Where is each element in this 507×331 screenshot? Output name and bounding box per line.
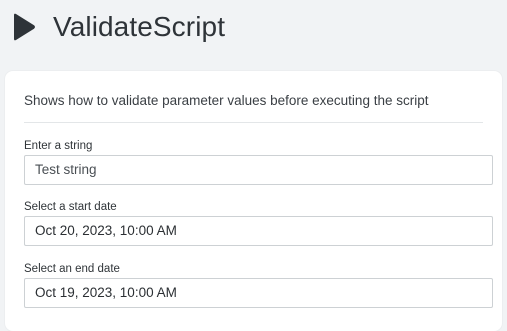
- script-form-card: Shows how to validate parameter values b…: [5, 71, 502, 331]
- divider: [24, 122, 483, 123]
- end-date-label: Select an end date: [24, 263, 120, 275]
- script-description: Shows how to validate parameter values b…: [24, 93, 429, 108]
- start-date-label: Select a start date: [24, 201, 117, 213]
- page-title: ValidateScript: [53, 11, 226, 42]
- string-input[interactable]: [24, 155, 493, 185]
- play-icon[interactable]: [12, 12, 36, 42]
- end-date-input[interactable]: [24, 278, 493, 308]
- page-header: ValidateScript: [0, 0, 507, 60]
- start-date-input[interactable]: [24, 216, 493, 246]
- string-field-label: Enter a string: [24, 140, 93, 152]
